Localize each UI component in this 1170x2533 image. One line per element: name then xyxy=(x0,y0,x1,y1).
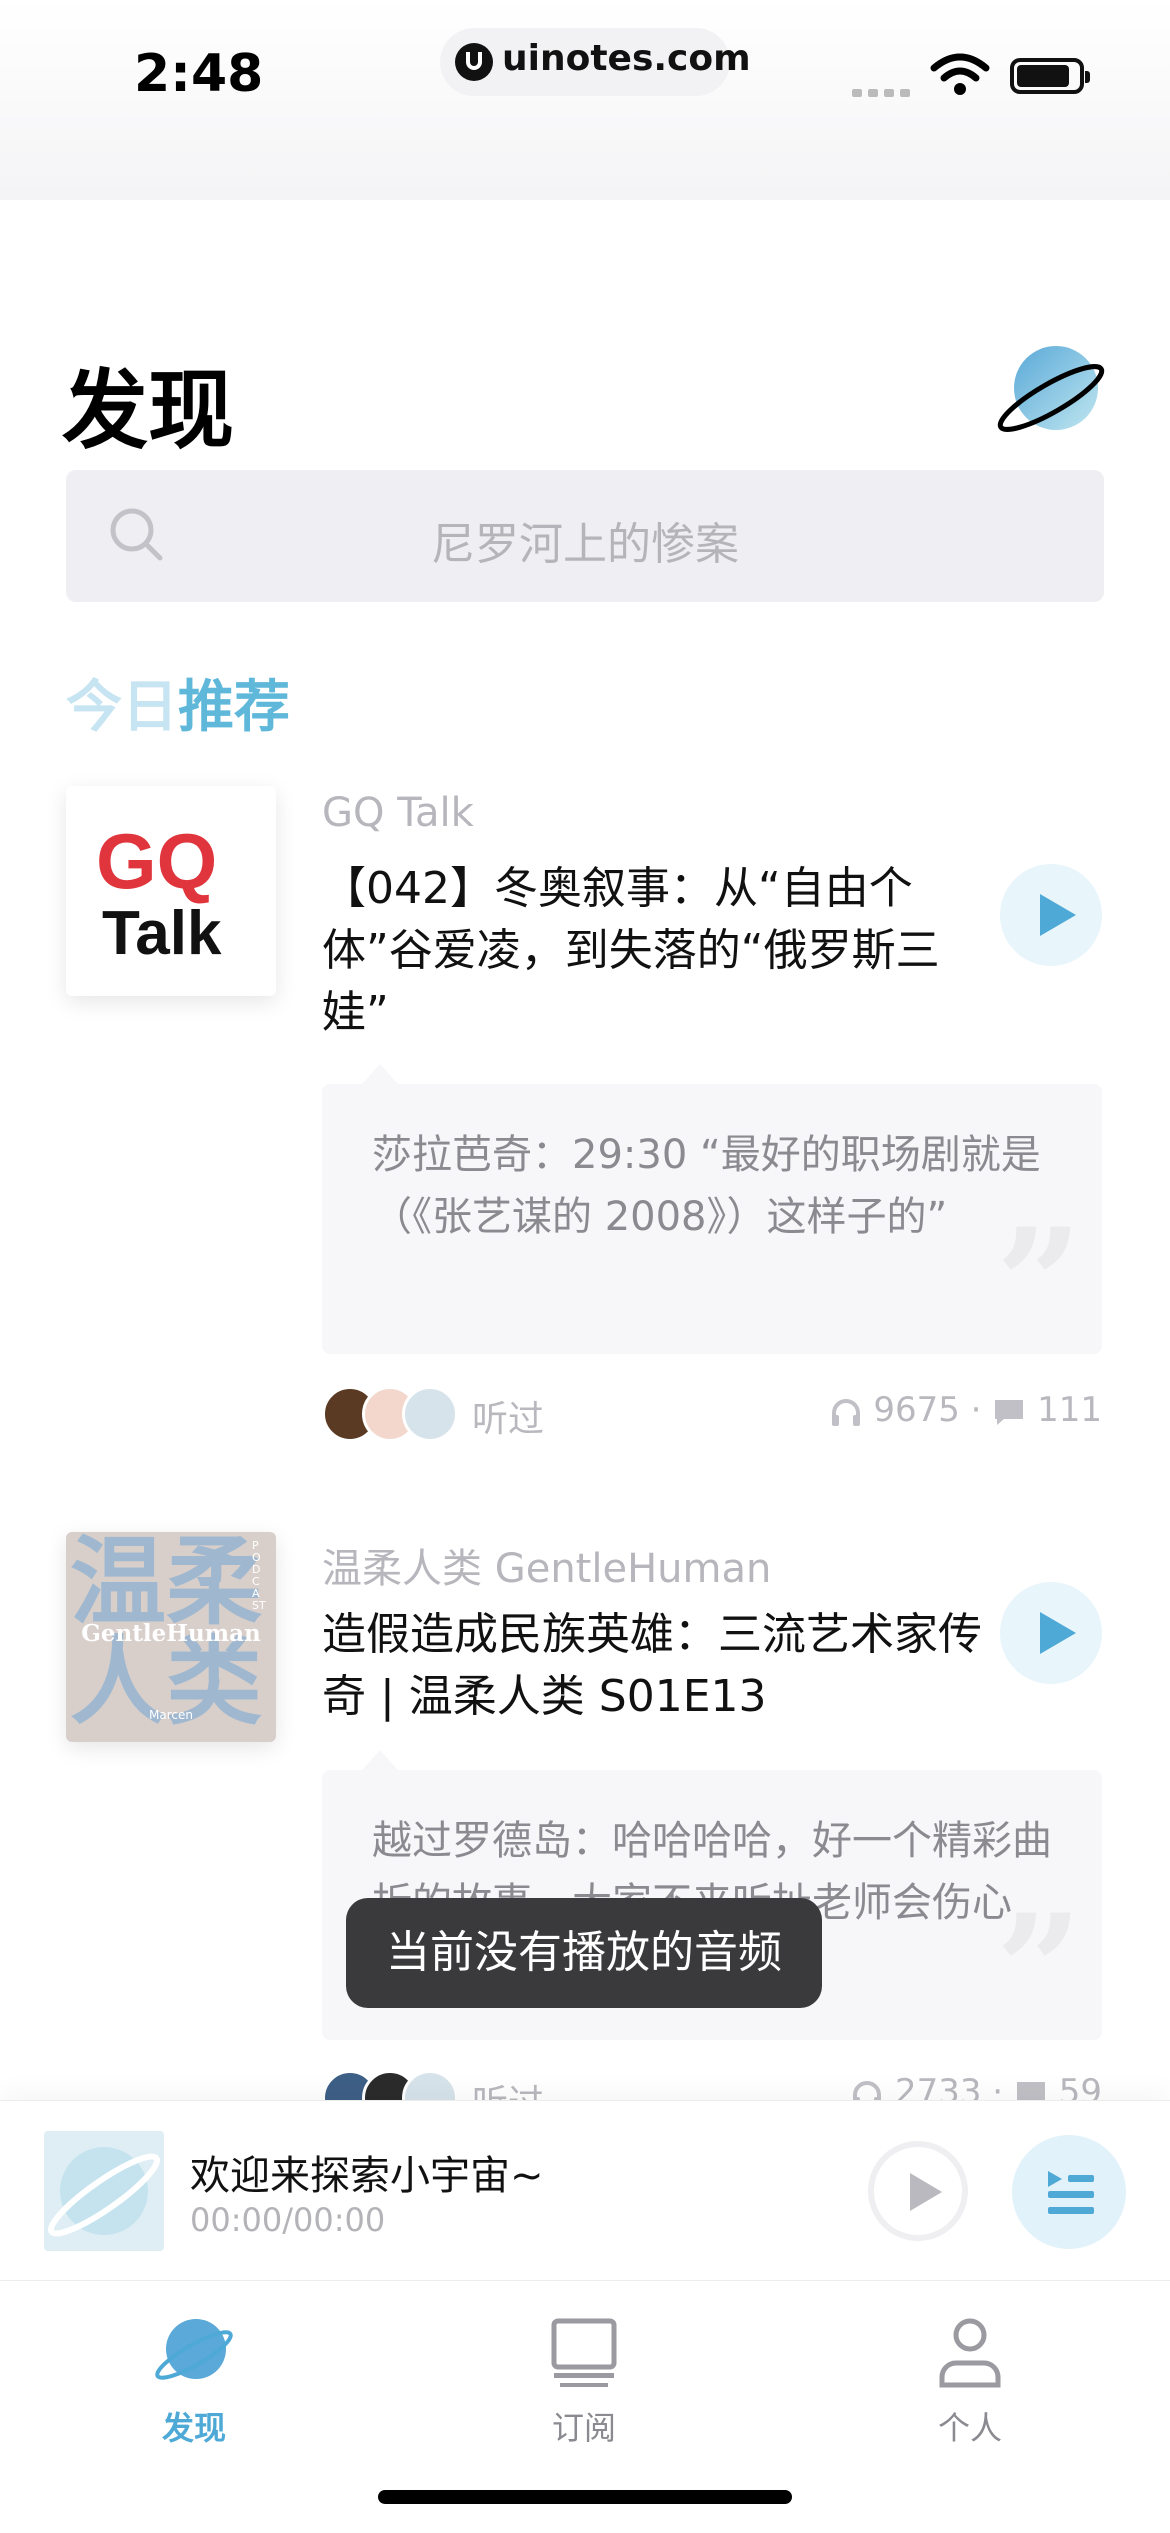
tab-label: 发现 xyxy=(161,2409,226,2447)
cover-title-cn-1: 温柔 xyxy=(70,1532,262,1638)
wifi-icon xyxy=(930,53,990,95)
tab-label: 个人 xyxy=(937,2409,1002,2447)
podcast-cover[interactable]: GQ Talk xyxy=(66,786,276,996)
playlist-button[interactable] xyxy=(1012,2135,1126,2249)
battery-icon xyxy=(1010,58,1090,94)
section-title-light: 今日 xyxy=(66,675,178,740)
url-text: uinotes.com xyxy=(502,38,751,79)
episode-title[interactable]: 造假造成民族英雄：三流艺术家传奇 | 温柔人类 S01E13 xyxy=(322,1604,982,1728)
status-time: 2:48 xyxy=(134,44,264,104)
playlist-icon xyxy=(1048,2171,1094,2214)
podcast-cover[interactable]: 温柔 人类 GentleHuman PODCAST Marcen xyxy=(66,1532,276,1742)
cover-author: Marcen xyxy=(149,1708,193,1722)
quote-mark-icon: ” xyxy=(995,1196,1082,1372)
player-time: 00:00/00:00 xyxy=(190,2201,386,2239)
tab-subscribe[interactable]: 订阅 xyxy=(484,2311,684,2449)
tab-label: 订阅 xyxy=(551,2409,616,2447)
planet-icon xyxy=(47,2147,161,2237)
tab-profile[interactable]: 个人 xyxy=(870,2311,1070,2449)
headphones-icon xyxy=(831,1398,860,1426)
podcast-name[interactable]: GQ Talk xyxy=(322,790,474,836)
comment-icon xyxy=(995,1399,1024,1425)
episode-stats: 9675 · 111 xyxy=(829,1390,1102,1430)
cellular-signal-icon xyxy=(852,82,916,97)
podcast-name[interactable]: 温柔人类 GentleHuman xyxy=(322,1536,771,1594)
planet-icon[interactable] xyxy=(996,338,1106,448)
comments-count: 111 xyxy=(1037,1390,1102,1430)
listeners-row[interactable]: 听过 xyxy=(322,1386,622,1442)
player-artwork[interactable] xyxy=(44,2131,164,2251)
section-title: 今日推荐 xyxy=(66,662,290,743)
cover-tag: PODCAST xyxy=(252,1539,266,1612)
play-button[interactable] xyxy=(1000,1582,1102,1684)
quote-mark-icon: ” xyxy=(995,1882,1082,2058)
player-title[interactable]: 欢迎来探索小宇宙~ xyxy=(190,2143,544,2201)
cover-gq-text: GQ xyxy=(96,817,218,905)
site-logo-icon xyxy=(455,43,493,81)
home-indicator xyxy=(378,2490,792,2504)
mini-player[interactable]: 欢迎来探索小宇宙~ 00:00/00:00 xyxy=(0,2100,1170,2281)
play-button[interactable] xyxy=(1000,864,1102,966)
listened-label: 听过 xyxy=(472,1399,545,1440)
search-input[interactable]: 尼罗河上的惨案 xyxy=(0,508,1170,572)
toast-message: 当前没有播放的音频 xyxy=(346,1898,822,2008)
tab-discover[interactable]: 发现 xyxy=(94,2311,294,2449)
cover-talk-text: Talk xyxy=(102,899,222,968)
episode-title[interactable]: 【042】冬奥叙事：从“自由个体”谷爱凌，到失落的“俄罗斯三娃” xyxy=(322,858,982,1044)
subscription-icon xyxy=(551,2318,617,2387)
planet-icon xyxy=(155,2319,233,2380)
comment-text: 莎拉芭奇：29:30 “最好的职场剧就是（《张艺谋的 2008》）这样子的” xyxy=(372,1132,1041,1240)
player-play-button[interactable] xyxy=(868,2141,968,2241)
comment-quote[interactable]: 莎拉芭奇：29:30 “最好的职场剧就是（《张艺谋的 2008》）这样子的” ” xyxy=(322,1064,1102,1372)
section-title-bold: 推荐 xyxy=(178,675,290,740)
cover-title-en: GentleHuman xyxy=(81,1620,261,1647)
person-icon xyxy=(939,2318,1001,2388)
page-title: 发现 xyxy=(62,361,234,461)
plays-count: 9675 xyxy=(873,1390,960,1430)
avatar xyxy=(402,1386,458,1442)
